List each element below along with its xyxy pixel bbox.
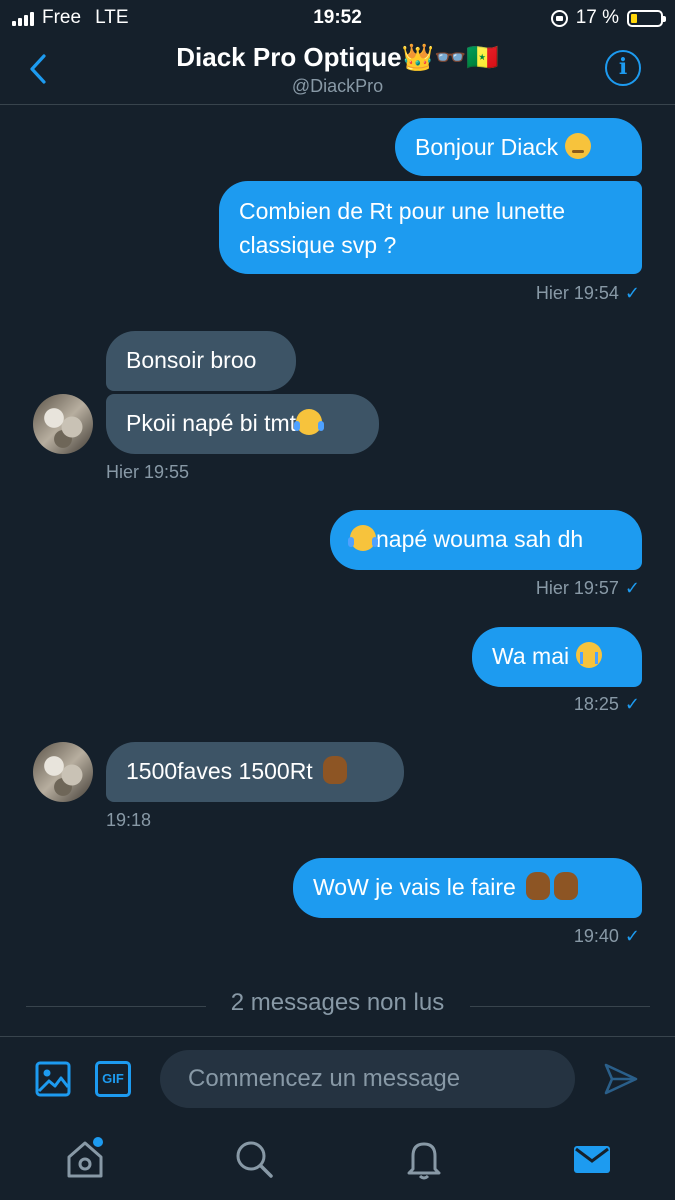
message-text: 1500faves 1500Rt [126, 758, 313, 784]
message-text: napé wouma sah dh [376, 526, 584, 552]
conversation-header: Diack Pro Optique👑👓🇸🇳 @DiackPro i [0, 36, 675, 105]
search-icon[interactable] [231, 1136, 277, 1182]
crying-face-emoji-icon [575, 642, 602, 668]
conversation-handle[interactable]: @DiackPro [0, 76, 675, 97]
message-text-line: classique svp ? [239, 232, 397, 258]
read-check-icon: ✓ [624, 694, 640, 714]
battery-icon [627, 9, 666, 27]
battery-percent: 17 % [575, 7, 619, 28]
unread-messages-label: 2 messages non lus [230, 989, 445, 1016]
message-bubble-outgoing[interactable]: napé wouma sah dh [330, 510, 642, 570]
read-check-icon: ✓ [624, 578, 640, 598]
laughing-tears-emoji-icon [294, 409, 325, 435]
message-text-line: Combien de Rt pour une lunette [239, 198, 566, 224]
conversation-title[interactable]: Diack Pro Optique👑👓🇸🇳 [0, 42, 675, 73]
message-text: Bonjour Diack [415, 134, 559, 160]
message-bubble-outgoing[interactable]: Bonjour Diack [395, 118, 642, 176]
info-icon[interactable]: i [605, 50, 641, 86]
message-bubble-outgoing[interactable]: Combien de Rt pour une lunette classique… [219, 181, 642, 274]
message-text: Bonsoir broo [126, 347, 257, 373]
message-bubble-outgoing[interactable]: Wa mai [472, 627, 642, 687]
bell-icon[interactable] [401, 1136, 447, 1182]
victory-hand-emoji-icon [323, 756, 348, 784]
message-bubble-incoming[interactable]: 1500faves 1500Rt [106, 742, 404, 802]
message-timestamp: Hier 19:54 ✓ [535, 283, 640, 303]
message-timestamp: 19:18 [106, 810, 152, 830]
message-input[interactable] [160, 1050, 575, 1108]
status-right: 17 % [550, 7, 666, 29]
read-check-icon: ✓ [624, 926, 640, 946]
message-bubble-incoming[interactable]: Pkoii napé bi tmt [106, 394, 379, 454]
message-bubble-outgoing[interactable]: WoW je vais le faire [293, 858, 642, 918]
rotation-lock-icon [550, 9, 568, 27]
laughing-tears-emoji-icon [348, 525, 378, 551]
folded-hands-emoji-icon [554, 872, 579, 900]
message-text: WoW je vais le faire [313, 874, 516, 900]
message-composer: GIF [0, 1036, 675, 1121]
unamused-face-emoji-icon [564, 133, 591, 159]
love-you-gesture-emoji-icon [526, 872, 551, 900]
message-text: Wa mai [492, 643, 570, 669]
message-text: Pkoii napé bi tmt [126, 410, 297, 436]
mail-icon[interactable] [569, 1136, 615, 1182]
message-bubble-incoming[interactable]: Bonsoir broo [106, 331, 296, 391]
message-timestamp: 18:25 ✓ [573, 694, 640, 714]
message-timestamp: 19:40 ✓ [573, 926, 640, 946]
status-bar: Free LTE 19:52 17 % [0, 0, 675, 36]
contact-avatar[interactable] [33, 742, 93, 802]
home-icon[interactable] [62, 1136, 108, 1182]
send-icon[interactable] [603, 1061, 639, 1097]
contact-avatar[interactable] [33, 394, 93, 454]
message-timestamp: Hier 19:57 ✓ [535, 578, 640, 598]
bottom-tab-bar [0, 1122, 675, 1200]
image-icon[interactable] [35, 1061, 71, 1097]
read-check-icon: ✓ [624, 283, 640, 303]
message-timestamp: Hier 19:55 [106, 462, 190, 482]
gif-icon[interactable]: GIF [95, 1061, 131, 1097]
